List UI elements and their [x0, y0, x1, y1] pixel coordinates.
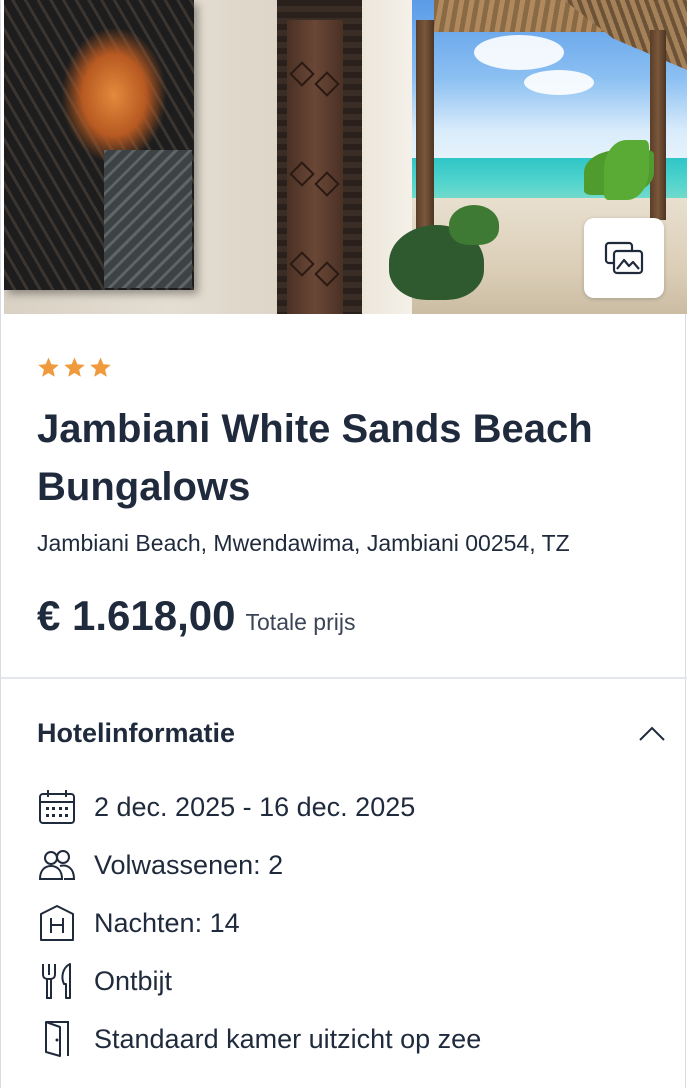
total-price: € 1.618,00 [37, 592, 236, 639]
info-room-text: Standaard kamer uitzicht op zee [94, 1023, 482, 1054]
gallery-icon [604, 241, 644, 275]
photo-wooden-pole [650, 30, 666, 220]
info-nights-text: Nachten: 14 [94, 907, 240, 938]
info-dates: 2 dec. 2025 - 16 dec. 2025 [37, 778, 657, 836]
star-icon [90, 357, 111, 377]
door-ornament [314, 261, 340, 287]
hotel-card: Jambiani White Sands Beach Bungalows Jam… [0, 0, 687, 1088]
door-icon [37, 1019, 77, 1059]
door-ornament [314, 71, 340, 97]
hotel-info-list: 2 dec. 2025 - 16 dec. 2025 Volwassenen: … [37, 778, 657, 1068]
price-row: € 1.618,00 Totale prijs [37, 592, 355, 640]
info-board: Ontbijt [37, 952, 657, 1010]
door-ornament [289, 251, 315, 277]
door-ornament [289, 161, 315, 187]
gallery-button[interactable] [584, 218, 664, 298]
calendar-icon [37, 787, 77, 827]
star-rating [37, 356, 112, 379]
photo-door [287, 20, 343, 314]
hotel-name: Jambiani White Sands Beach Bungalows [37, 407, 593, 509]
cutlery-icon [37, 961, 77, 1001]
photo-palm [604, 140, 649, 200]
info-dates-text: 2 dec. 2025 - 16 dec. 2025 [94, 791, 416, 822]
divider [1, 677, 687, 679]
photo-cloud [524, 70, 594, 95]
adults-icon [37, 845, 77, 885]
info-adults: Volwassenen: 2 [37, 836, 657, 894]
photo-plant [449, 205, 499, 245]
info-nights: Nachten: 14 [37, 894, 657, 952]
star-icon [38, 357, 59, 377]
info-room: Standaard kamer uitzicht op zee [37, 1010, 657, 1068]
total-price-label: Totale prijs [245, 609, 356, 635]
photo-wall-art [4, 0, 194, 290]
hotel-info-title[interactable]: Hotelinformatie [37, 718, 235, 749]
door-ornament [314, 171, 340, 197]
door-ornament [289, 61, 315, 87]
info-adults-text: Volwassenen: 2 [94, 849, 284, 880]
photo-wooden-pole [416, 20, 434, 250]
star-icon [64, 357, 85, 377]
hotel-icon [37, 903, 77, 943]
info-board-text: Ontbijt [94, 965, 173, 996]
chevron-up-icon[interactable] [637, 722, 667, 744]
photo-cloud [474, 35, 564, 70]
hotel-address: Jambiani Beach, Mwendawima, Jambiani 002… [37, 530, 570, 556]
